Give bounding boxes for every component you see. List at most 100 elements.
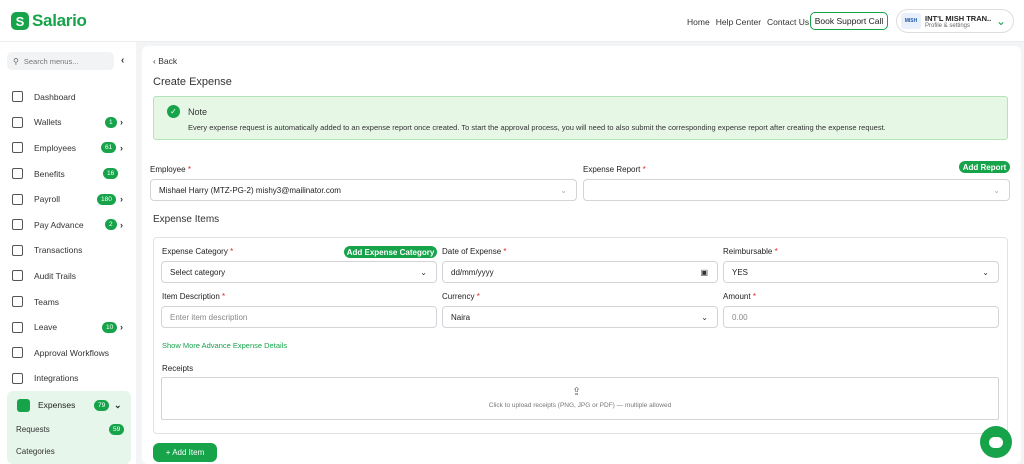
label-text: Date of Expense	[442, 247, 502, 256]
reimbursable-label: Reimbursable *	[723, 247, 778, 256]
required-mark: *	[774, 247, 778, 256]
sidebar-item-label: Transactions	[34, 245, 83, 256]
sidebar-item-approval-workflows[interactable]: Approval Workflows	[0, 340, 136, 366]
transactions-icon	[12, 244, 23, 256]
upload-hint: Click to upload receipts (PNG, JPG or PD…	[488, 402, 672, 409]
label-text: Expense Report	[583, 165, 641, 174]
wallet-icon	[12, 116, 23, 128]
count-badge: 61	[101, 142, 117, 154]
profile-menu[interactable]: MISH INT'L MISH TRAN.... Profile & setti…	[896, 9, 1014, 33]
chevron-down-icon: ⌄	[420, 267, 427, 277]
sidebar-item-pay-advance[interactable]: Pay Advance 2 ›	[0, 212, 136, 238]
receipts-label: Receipts	[162, 364, 194, 373]
sidebar-item-integrations[interactable]: Integrations	[0, 366, 136, 392]
sidebar-item-label: Teams	[34, 296, 60, 307]
company-logo: MISH	[901, 13, 921, 29]
sidebar-item-audit-trails[interactable]: Audit Trails	[0, 263, 136, 289]
search-placeholder: Search menus...	[23, 56, 79, 66]
sidebar-item-leave[interactable]: Leave 10 ›	[0, 314, 136, 340]
sidebar-subitem-requests[interactable]: Requests	[16, 425, 50, 434]
sidebar-item-wallets[interactable]: Wallets 1 ›	[0, 110, 136, 136]
sidebar-item-label: Audit Trails	[34, 270, 77, 281]
employee-select[interactable]: Mishael Harry (MTZ-PG-2) mishy3@mailinat…	[150, 179, 577, 201]
calendar-icon[interactable]: ▣	[700, 268, 708, 277]
show-advance-details-link[interactable]: Show More Advance Expense Details	[162, 341, 287, 350]
date-placeholder: dd/mm/yyyy	[451, 267, 494, 277]
reimbursable-select[interactable]: YES ⌄	[723, 261, 999, 283]
chevron-down-icon: ⌄	[560, 185, 567, 195]
required-mark: *	[642, 165, 646, 174]
sidebar-item-employees[interactable]: Employees 61 ›	[0, 135, 136, 161]
expense-category-select[interactable]: Select category ⌄	[161, 261, 437, 283]
sidebar-menu: Dashboard Wallets 1 › Employees 61 › Benefit…	[0, 84, 136, 391]
add-expense-category-button[interactable]: Add Expense Category	[344, 246, 437, 258]
reimbursable-value: YES	[732, 267, 749, 277]
add-report-button[interactable]: Add Report	[959, 161, 1010, 173]
currency-value: Naira	[451, 312, 471, 322]
required-mark: *	[187, 165, 191, 174]
sidebar-item-label: Expenses	[38, 400, 76, 410]
note-title: Note	[188, 107, 208, 117]
sidebar-item-label: Dashboard	[34, 91, 76, 102]
brand-logo[interactable]: S Salario	[11, 11, 87, 31]
back-label: Back	[158, 56, 178, 66]
required-mark: *	[222, 292, 226, 301]
check-circle-icon: ✓	[167, 105, 180, 118]
item-description-input[interactable]: Enter item description	[161, 306, 437, 328]
expenses-icon	[17, 398, 30, 412]
required-mark: *	[752, 292, 756, 301]
chevron-right-icon: ›	[120, 117, 123, 128]
sidebar-item-dashboard[interactable]: Dashboard	[0, 84, 136, 110]
page-title: Create Expense	[153, 76, 232, 88]
nav-contact-us[interactable]: Contact Us	[767, 17, 809, 27]
required-mark: *	[503, 247, 507, 256]
currency-select[interactable]: Naira ⌄	[442, 306, 718, 328]
chevron-right-icon: ›	[120, 142, 123, 153]
amount-input[interactable]: 0.00	[723, 306, 999, 328]
top-bar: S Salario Home Help Center Contact Us Bo…	[0, 0, 1024, 42]
sidebar-item-benefits[interactable]: Benefits 16	[0, 161, 136, 187]
chat-bubble-icon	[989, 436, 1003, 448]
count-badge: 2	[105, 219, 117, 231]
description-placeholder: Enter item description	[170, 312, 248, 322]
sidebar-item-transactions[interactable]: Transactions	[0, 238, 136, 264]
sidebar-item-label: Payroll	[34, 194, 60, 205]
collapse-sidebar-icon[interactable]: ‹	[121, 55, 124, 66]
label-text: Expense Category	[162, 247, 228, 256]
sidebar-expenses-group: Expenses 79 ⌄ Requests 59 Categories	[7, 391, 131, 464]
employee-label: Employee *	[150, 165, 191, 174]
count-badge: 180	[97, 193, 116, 205]
chat-button[interactable]	[980, 426, 1012, 458]
sidebar-item-payroll[interactable]: Payroll 180 ›	[0, 186, 136, 212]
payroll-icon	[12, 193, 23, 205]
chevron-down-icon[interactable]: ⌄	[996, 14, 1006, 28]
chevron-down-icon: ⌄	[993, 185, 1000, 195]
chevron-right-icon: ›	[120, 322, 123, 333]
amount-label: Amount *	[723, 292, 756, 301]
nav-home[interactable]: Home	[687, 17, 710, 27]
note-text: Every expense request is automatically a…	[188, 123, 886, 132]
search-icon: ⚲	[13, 56, 19, 66]
book-support-call-button[interactable]: Book Support Call	[810, 12, 888, 30]
category-placeholder: Select category	[170, 267, 226, 277]
sidebar-item-expenses[interactable]: Expenses 79 ⌄	[7, 397, 131, 413]
info-note: ✓ Note Every expense request is automati…	[153, 96, 1008, 140]
brand-name: Salario	[32, 11, 87, 30]
expense-report-select[interactable]: ⌄	[583, 179, 1010, 201]
add-item-button[interactable]: + Add Item	[153, 443, 217, 462]
nav-help-center[interactable]: Help Center	[716, 17, 761, 27]
profile-name: INT'L MISH TRAN....	[925, 13, 991, 23]
audit-trails-icon	[12, 270, 23, 282]
required-mark: *	[476, 292, 480, 301]
sidebar-item-teams[interactable]: Teams	[0, 289, 136, 315]
receipts-upload-area[interactable]: ⇪ Click to upload receipts (PNG, JPG or …	[161, 377, 999, 420]
sidebar-subitem-categories[interactable]: Categories	[16, 447, 55, 456]
salario-logo-icon: S	[11, 12, 29, 30]
expense-report-label: Expense Report *	[583, 165, 646, 174]
leave-icon	[12, 321, 23, 333]
chevron-down-icon: ⌄	[701, 312, 708, 322]
back-link[interactable]: ‹ Back	[153, 56, 177, 66]
chevron-right-icon: ›	[120, 194, 123, 205]
search-input[interactable]: ⚲ Search menus...	[7, 52, 114, 70]
date-of-expense-input[interactable]: dd/mm/yyyy ▣	[442, 261, 718, 283]
